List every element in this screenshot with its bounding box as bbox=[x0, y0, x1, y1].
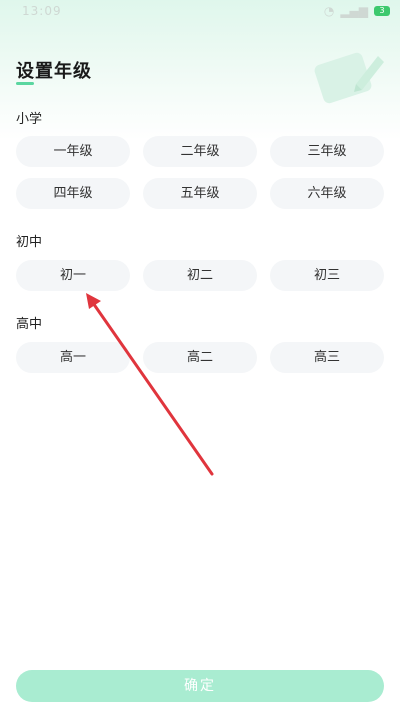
grade-button-junior3[interactable]: 初三 bbox=[270, 260, 384, 291]
status-time: 13:09 bbox=[22, 4, 62, 18]
status-bar: 13:09 ◔ ▂▄▆ 3 bbox=[0, 0, 400, 26]
grade-button-senior3[interactable]: 高三 bbox=[270, 342, 384, 373]
grade-button-senior1[interactable]: 高一 bbox=[16, 342, 130, 373]
grade-button-grade2[interactable]: 二年级 bbox=[143, 136, 257, 167]
grade-button-grade1[interactable]: 一年级 bbox=[16, 136, 130, 167]
grade-button-junior1[interactable]: 初一 bbox=[16, 260, 130, 291]
grade-button-senior2[interactable]: 高二 bbox=[143, 342, 257, 373]
section-label-middle: 初中 bbox=[16, 235, 43, 250]
grade-button-grade3[interactable]: 三年级 bbox=[270, 136, 384, 167]
section-label-primary: 小学 bbox=[16, 112, 43, 127]
battery-icon: 3 bbox=[374, 6, 390, 16]
confirm-button[interactable]: 确定 bbox=[16, 670, 384, 702]
page-title: 设置年级 bbox=[16, 61, 92, 82]
grade-button-grade6[interactable]: 六年级 bbox=[270, 178, 384, 209]
grade-button-junior2[interactable]: 初二 bbox=[143, 260, 257, 291]
grade-button-grade4[interactable]: 四年级 bbox=[16, 178, 130, 209]
wifi-icon: ◔ bbox=[323, 4, 335, 18]
section-label-high: 高中 bbox=[16, 317, 43, 332]
signal-icon: ▂▄▆ bbox=[340, 4, 368, 18]
title-underline bbox=[16, 82, 34, 85]
status-icons: ◔ ▂▄▆ 3 bbox=[324, 4, 390, 18]
grade-button-grade5[interactable]: 五年级 bbox=[143, 178, 257, 209]
pencil-card-icon bbox=[314, 52, 384, 104]
